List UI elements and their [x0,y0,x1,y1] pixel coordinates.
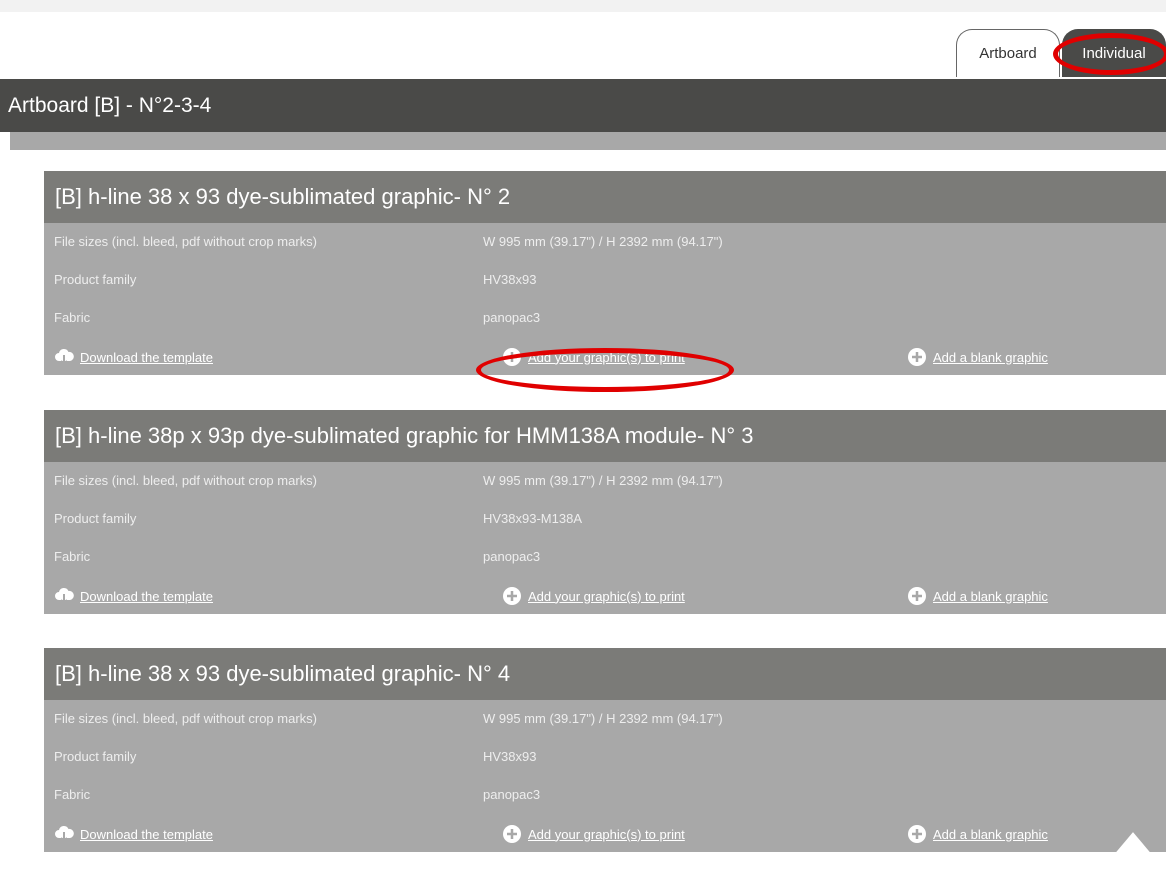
file-sizes-value: W 995 mm (39.17") / H 2392 mm (94.17") [483,711,723,726]
cloud-download-icon [55,825,74,843]
file-sizes-label: File sizes (incl. bleed, pdf without cro… [54,473,317,488]
card-actions: Download the template Add your graphic(s… [44,576,1166,614]
add-blank-graphic-label: Add a blank graphic [933,826,1048,842]
cloud-download-icon [55,348,74,366]
plus-circle-icon [503,587,521,605]
card-title: [B] h-line 38 x 93 dye-sublimated graphi… [44,648,1166,700]
download-template-link[interactable]: Download the template [54,586,213,606]
add-blank-graphic-link[interactable]: Add a blank graphic [907,586,1048,606]
product-family-value: HV38x93 [483,749,537,764]
plus-circle-icon [908,825,926,843]
fabric-label: Fabric [54,787,91,802]
graphic-card-3: [B] h-line 38p x 93p dye-sublimated grap… [44,410,1166,614]
product-family-label: Product family [54,749,137,764]
chevron-up-icon [1100,832,1166,880]
add-graphic-link[interactable]: Add your graphic(s) to print [502,347,685,367]
add-blank-graphic-label: Add a blank graphic [933,588,1048,604]
fabric-value: panopac3 [483,787,541,802]
add-graphic-label: Add your graphic(s) to print [528,349,685,365]
fabric-label: Fabric [54,549,91,564]
tab-artboard[interactable]: Artboard [956,29,1060,77]
plus-circle-icon [503,348,521,366]
fabric-value: panopac3 [483,549,541,564]
add-blank-graphic-label: Add a blank graphic [933,349,1048,365]
file-sizes-row: File sizes (incl. bleed, pdf without cro… [44,700,1166,738]
product-family-value: HV38x93-M138A [483,511,582,526]
plus-circle-icon [908,587,926,605]
product-family-row: Product family HV38x93 [44,261,1166,299]
fabric-value: panopac3 [483,310,541,325]
add-blank-graphic-link[interactable]: Add a blank graphic [907,824,1048,844]
product-family-row: Product family HV38x93 [44,738,1166,776]
file-sizes-label: File sizes (incl. bleed, pdf without cro… [54,234,317,249]
graphic-card-4: [B] h-line 38 x 93 dye-sublimated graphi… [44,648,1166,852]
download-template-label: Download the template [80,826,213,842]
fabric-row: Fabric panopac3 [44,299,1166,337]
window-top-edge [0,0,1166,12]
download-template-link[interactable]: Download the template [54,347,213,367]
add-graphic-label: Add your graphic(s) to print [528,588,685,604]
file-sizes-row: File sizes (incl. bleed, pdf without cro… [44,462,1166,500]
product-family-label: Product family [54,511,137,526]
file-sizes-value: W 995 mm (39.17") / H 2392 mm (94.17") [483,473,723,488]
add-graphic-link[interactable]: Add your graphic(s) to print [502,824,685,844]
page-title: Artboard [B] - N°2-3-4 [0,79,1166,132]
cloud-download-icon [55,587,74,605]
tab-individual[interactable]: Individual [1062,29,1166,77]
file-sizes-value: W 995 mm (39.17") / H 2392 mm (94.17") [483,234,723,249]
plus-circle-icon [908,348,926,366]
card-actions: Download the template Add your graphic(s… [44,337,1166,375]
card-title: [B] h-line 38 x 93 dye-sublimated graphi… [44,171,1166,223]
product-family-label: Product family [54,272,137,287]
download-template-label: Download the template [80,349,213,365]
fabric-row: Fabric panopac3 [44,538,1166,576]
fabric-label: Fabric [54,310,91,325]
add-graphic-link[interactable]: Add your graphic(s) to print [502,586,685,606]
product-family-value: HV38x93 [483,272,537,287]
download-template-link[interactable]: Download the template [54,824,213,844]
file-sizes-label: File sizes (incl. bleed, pdf without cro… [54,711,317,726]
fabric-row: Fabric panopac3 [44,776,1166,814]
download-template-label: Download the template [80,588,213,604]
file-sizes-row: File sizes (incl. bleed, pdf without cro… [44,223,1166,261]
card-title: [B] h-line 38p x 93p dye-sublimated grap… [44,410,1166,462]
header-divider [10,132,1166,150]
product-family-row: Product family HV38x93-M138A [44,500,1166,538]
graphic-card-2: [B] h-line 38 x 93 dye-sublimated graphi… [44,171,1166,375]
add-graphic-label: Add your graphic(s) to print [528,826,685,842]
scroll-to-top-button[interactable] [1100,829,1166,880]
add-blank-graphic-link[interactable]: Add a blank graphic [907,347,1048,367]
card-actions: Download the template Add your graphic(s… [44,814,1166,852]
plus-circle-icon [503,825,521,843]
